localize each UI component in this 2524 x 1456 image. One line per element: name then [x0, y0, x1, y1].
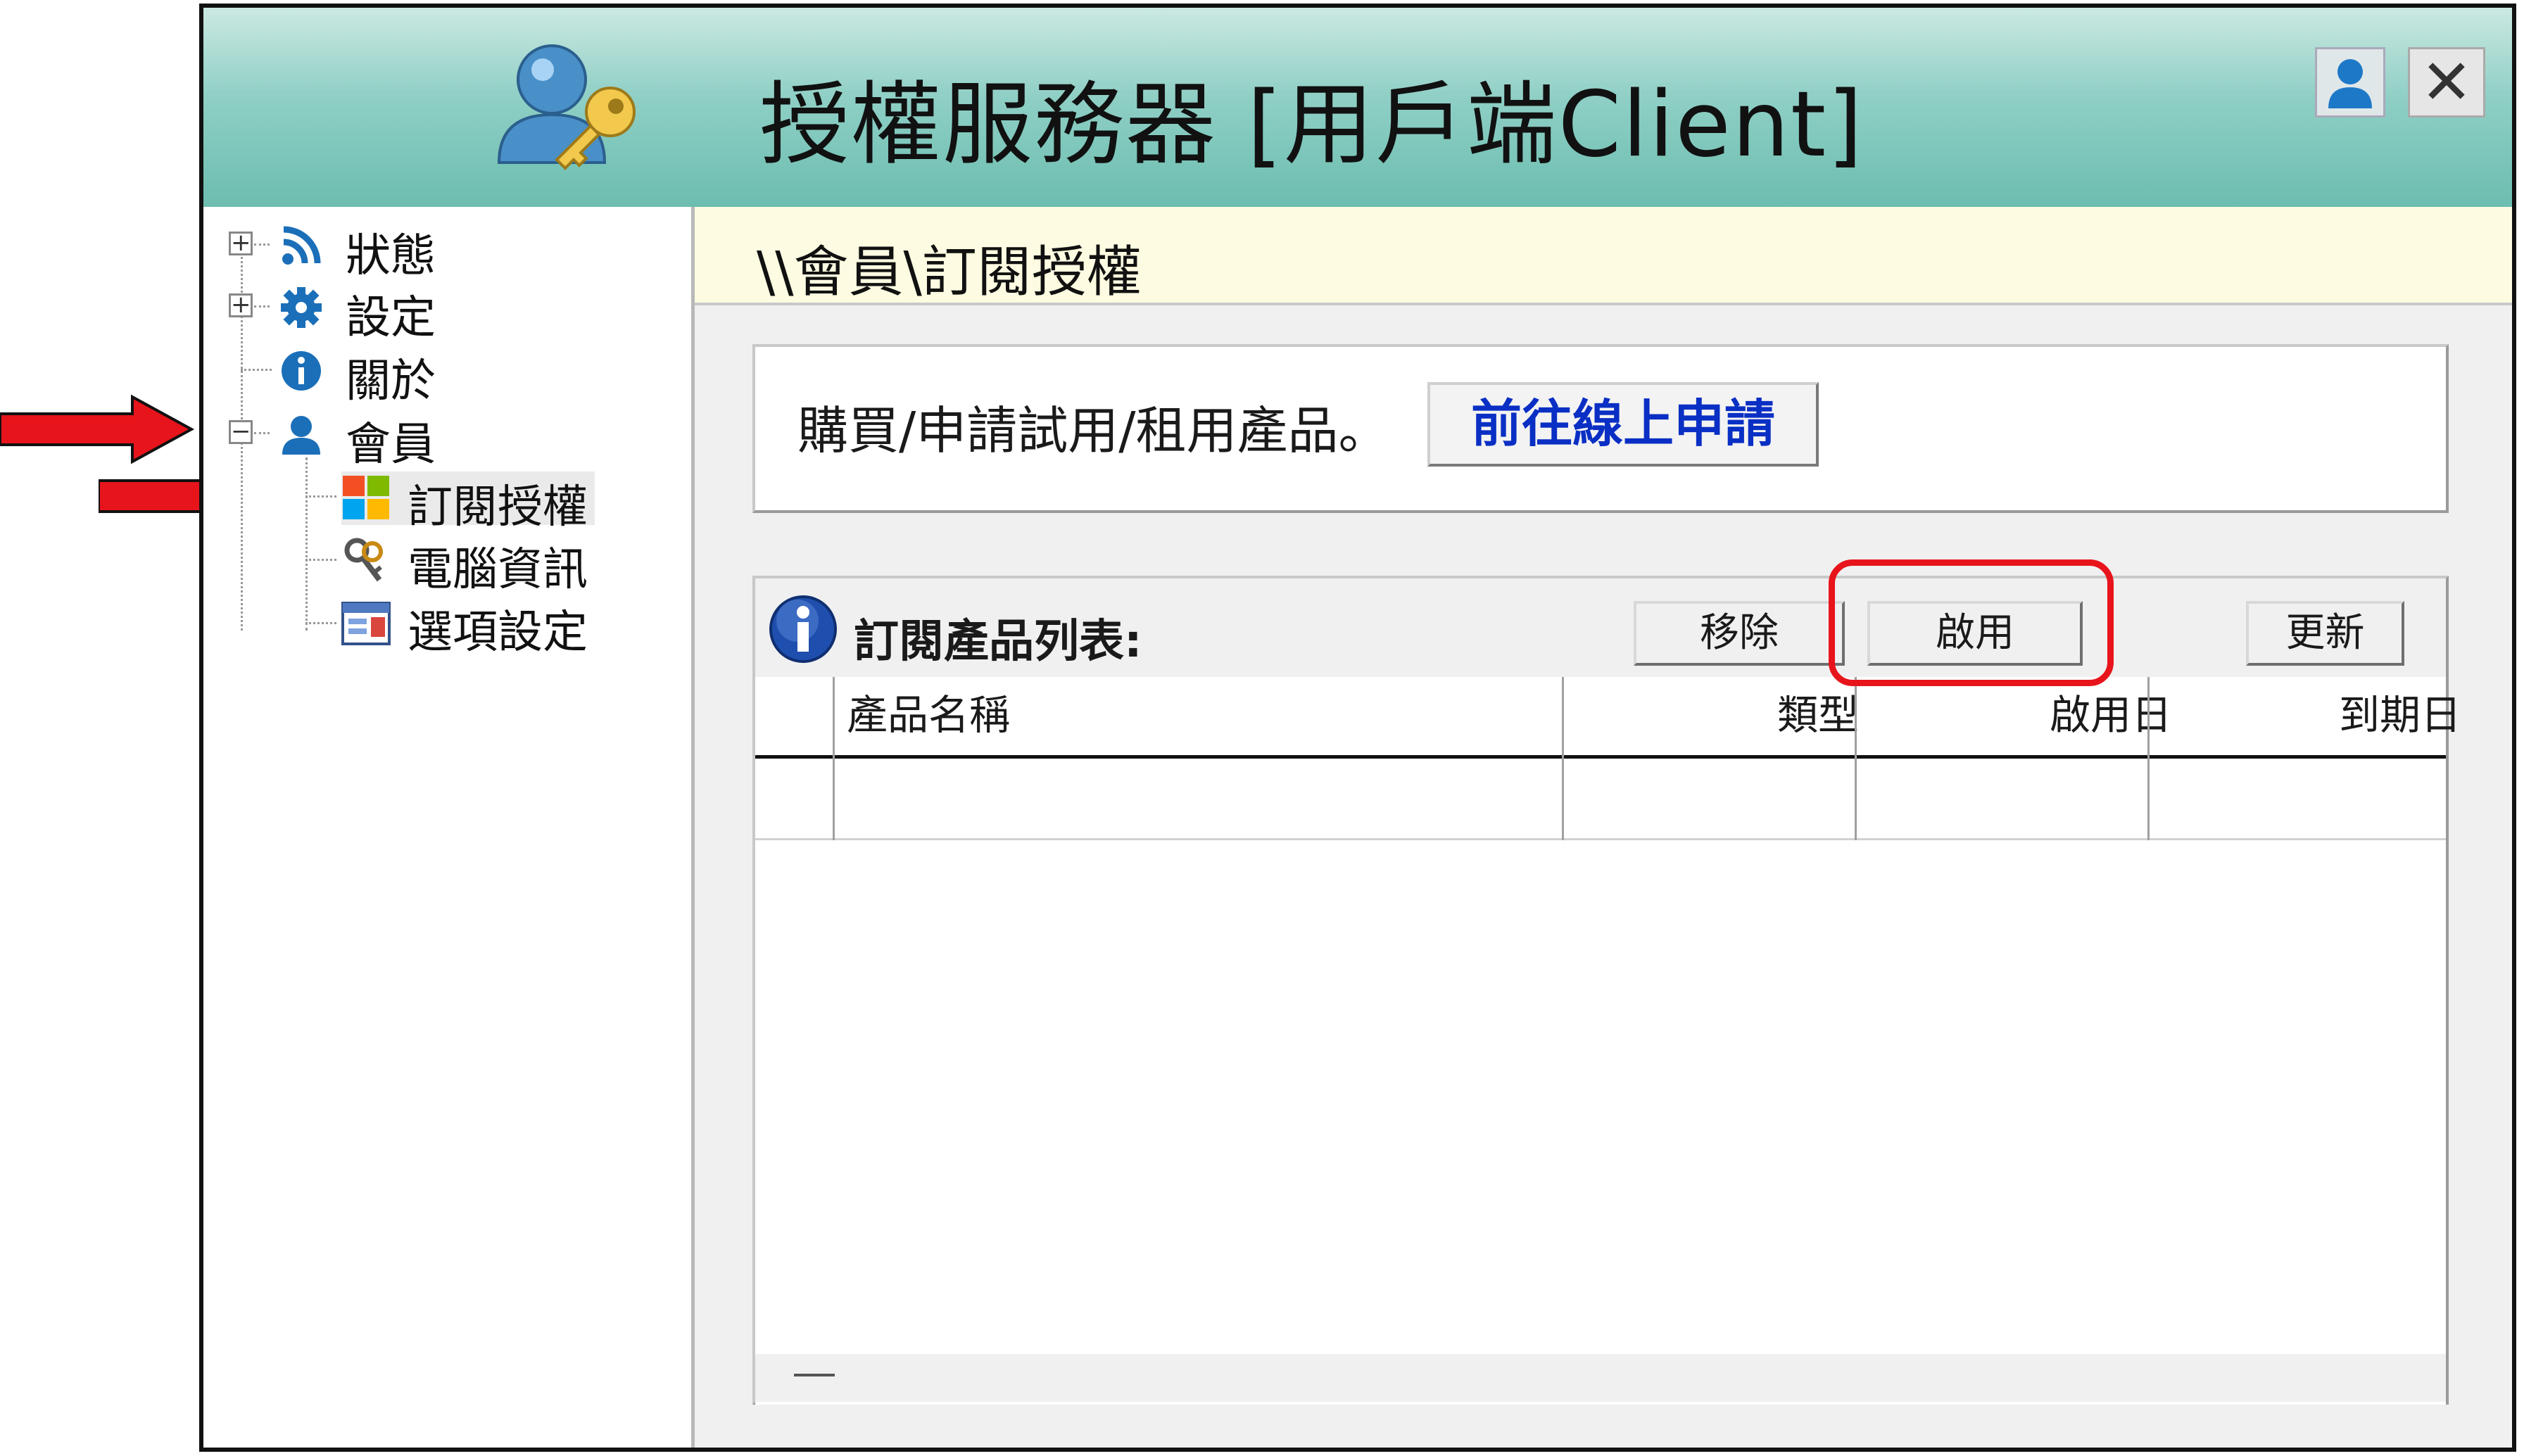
remove-button[interactable]: 移除: [1634, 601, 1845, 666]
column-divider: [1562, 677, 1564, 840]
tree-connector: [254, 432, 270, 434]
column-divider: [2147, 677, 2150, 840]
purchase-panel: 購買/申請試用/租用產品。 前往線上申請: [752, 344, 2449, 513]
expand-toggle-status[interactable]: +: [229, 231, 253, 255]
column-header-type[interactable]: 類型: [1670, 677, 1966, 755]
red-arrow-member: [0, 394, 195, 464]
expand-toggle-settings[interactable]: +: [229, 293, 253, 317]
column-header-expiry-date[interactable]: 到期日: [2256, 677, 2512, 755]
scrollbar-thumb[interactable]: [794, 1374, 835, 1376]
info-icon: [282, 351, 321, 391]
user-key-icon: [497, 44, 636, 170]
settings-form-icon: [341, 602, 391, 645]
tree-connector: [305, 559, 336, 561]
breadcrumb: \\會員\訂閱授權: [757, 241, 1142, 304]
rss-icon: [282, 226, 321, 265]
highlight-enable-button: [1829, 559, 2114, 686]
tree-item-computer-info[interactable]: 電腦資訊: [341, 535, 637, 596]
tree-item-label: 關於: [346, 355, 436, 407]
tree-item-label: 會員: [346, 419, 436, 471]
close-button[interactable]: ✕: [2408, 47, 2485, 118]
close-icon: ✕: [2421, 46, 2473, 118]
user-icon: [2328, 59, 2372, 108]
table-row[interactable]: [755, 759, 2446, 840]
horizontal-scrollbar[interactable]: [755, 1354, 2446, 1402]
subscription-toolbar: 訂閱產品列表: 移除 啟用 更新: [755, 578, 2446, 677]
tree-item-label: 設定: [346, 292, 436, 344]
user-account-button[interactable]: [2315, 47, 2385, 118]
grid-header-row: 產品名稱 類型 啟用日 到期日: [755, 677, 2461, 759]
info-icon: [769, 595, 837, 663]
title-bar: 授權服務器 [用戶端Client] ✕: [203, 8, 2512, 209]
tree-item-status[interactable]: 狀態: [279, 221, 575, 282]
content-pane: \\會員\訂閱授權 購買/申請試用/租用產品。 前往線上申請 訂閱產品列表: 移…: [695, 207, 2512, 1448]
tree-item-label: 選項設定: [408, 607, 588, 659]
tree-connector: [241, 369, 272, 371]
tree-item-member[interactable]: 會員: [279, 410, 575, 471]
tree-item-label: 訂閱授權: [408, 481, 588, 533]
tree-item-label: 電腦資訊: [408, 544, 588, 596]
tree-item-label: 狀態: [346, 230, 436, 282]
gear-icon: [281, 287, 322, 328]
subscription-grid: 產品名稱 類型 啟用日 到期日: [755, 677, 2461, 1405]
breadcrumb-bar: \\會員\訂閱授權: [695, 207, 2512, 305]
refresh-button[interactable]: 更新: [2246, 601, 2404, 666]
collapse-toggle-member[interactable]: −: [229, 419, 253, 444]
tree-connector: [254, 305, 270, 308]
subscription-list-title: 訂閱產品列表:: [854, 616, 1142, 668]
tree-item-subscription-license[interactable]: 訂閱授權: [341, 471, 595, 533]
tree-connector: [305, 495, 336, 498]
tree-connector: [254, 243, 270, 246]
column-divider: [1855, 677, 1857, 840]
column-divider: [833, 677, 835, 840]
tree-item-about[interactable]: 關於: [279, 346, 575, 407]
tree-item-options[interactable]: 選項設定: [341, 597, 637, 659]
column-header-start-date[interactable]: 啟用日: [1963, 677, 2259, 755]
tree-connector: [305, 457, 308, 631]
tree-connector: [305, 622, 336, 624]
key-icon: [344, 538, 383, 582]
app-window: 授權服務器 [用戶端Client] ✕ + 狀態 + 設定 關於 − 會員 訂閱…: [199, 4, 2516, 1452]
member-icon: [282, 416, 320, 455]
subscription-panel: 訂閱產品列表: 移除 啟用 更新 產品名稱 類型 啟用日 到期日: [752, 576, 2461, 1405]
apply-online-button[interactable]: 前往線上申請: [1427, 382, 1819, 467]
navigation-tree: + 狀態 + 設定 關於 − 會員 訂閱授權 電腦資訊 選項設定: [203, 207, 695, 1448]
windows-logo-icon: [343, 476, 389, 519]
window-title: 授權服務器 [用戶端Client]: [759, 72, 1864, 177]
tree-item-settings[interactable]: 設定: [279, 283, 575, 344]
purchase-description: 購買/申請試用/租用產品。: [797, 401, 1389, 460]
column-header-product-name[interactable]: 產品名稱: [847, 677, 1010, 755]
